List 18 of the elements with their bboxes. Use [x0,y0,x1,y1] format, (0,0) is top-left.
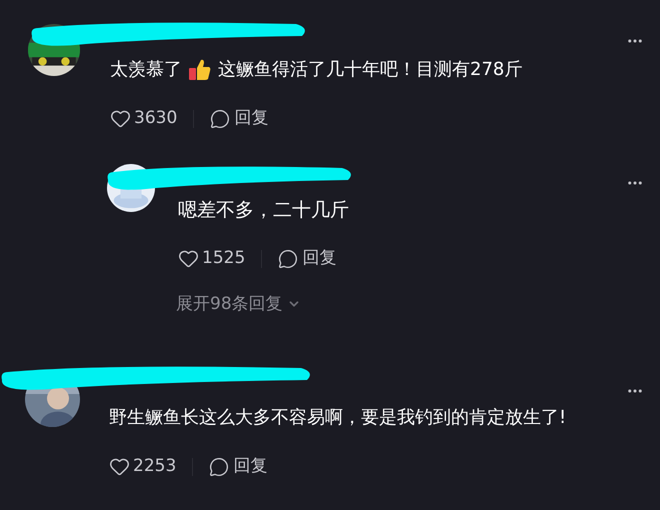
like-button[interactable]: 1525 [178,246,246,272]
comment-icon [278,248,298,269]
comment-text: 野生鳜鱼长这么大多不容易啊，要是我钓到的肯定放生了! [109,406,566,430]
thumbs-up-icon [188,58,212,82]
like-button[interactable]: 3630 [110,106,178,132]
comment-text: 这鳜鱼得活了几十年吧！目测有278斤 [218,58,522,82]
comment-icon [209,456,230,477]
like-button[interactable]: 2253 [109,454,176,480]
heart-icon [109,456,130,478]
reply-button[interactable]: 回复 [209,454,268,480]
comment-text: 嗯差不多，二十几斤 [178,198,349,223]
heart-icon [110,108,131,130]
reply-button[interactable]: 回复 [278,246,336,272]
comment-icon [210,108,230,129]
heart-icon [178,248,199,270]
expand-replies-link[interactable]: 展开98条回复 [176,292,349,317]
reply-button[interactable]: 回复 [210,106,268,132]
comment-text: 太羡慕了 [110,58,182,82]
